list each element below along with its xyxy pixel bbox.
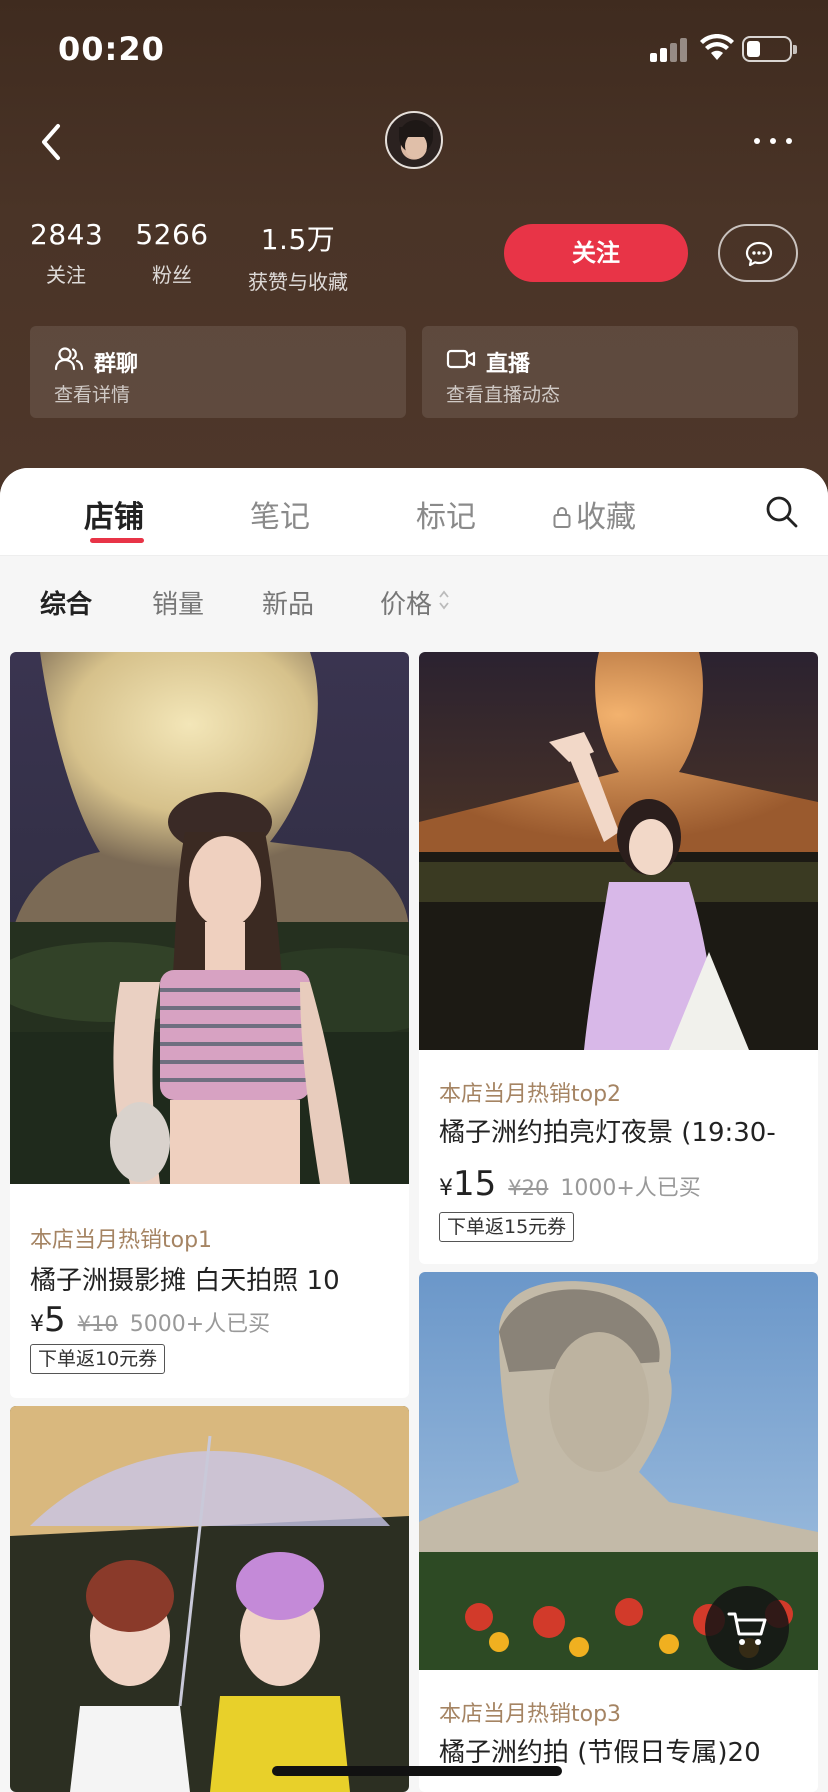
more-icon[interactable] [748, 118, 798, 164]
stat-followers[interactable]: 5266 粉丝 [134, 218, 210, 288]
product-image-1 [10, 652, 409, 1184]
tab-marks[interactable]: 标记 [416, 492, 476, 536]
cart-icon [727, 1612, 767, 1645]
stat-likes-label: 获赞与收藏 [248, 270, 348, 294]
filter-sales[interactable]: 销量 [152, 584, 204, 621]
price-value: 15 [453, 1164, 497, 1204]
cart-button[interactable] [705, 1586, 789, 1670]
sort-icon [439, 590, 449, 610]
coupon-badge-1: 下单返10元券 [30, 1344, 166, 1374]
lock-icon [553, 507, 571, 528]
message-button[interactable] [718, 224, 798, 282]
chat-icon [745, 241, 773, 267]
currency-symbol: ¥ [439, 1176, 453, 1201]
filter-all[interactable]: 综合 [40, 584, 92, 621]
tab-bar: 店铺 笔记 标记 收藏 [0, 468, 828, 556]
stat-likes-count: 1.5万 [260, 223, 336, 256]
product-image-2 [419, 652, 818, 1050]
tab-favorites[interactable]: 收藏 [552, 492, 636, 536]
filter-price[interactable]: 价格 [380, 584, 450, 621]
live-title: 直播 [486, 352, 531, 377]
product-card-4[interactable]: 本店当月热销top3 橘子洲约拍 (节假日专属)20 [419, 1272, 818, 1792]
product-card-2[interactable]: 本店当月热销top2 橘子洲约拍亮灯夜景 (19:30- ¥15 ¥20 1000+… [419, 652, 818, 1264]
signal-icon [650, 38, 690, 62]
currency-symbol: ¥ [30, 1312, 44, 1337]
status-bar: 00:20 [0, 0, 828, 100]
search-icon[interactable] [764, 494, 800, 530]
coupon-badge-2: 下单返15元券 [439, 1212, 575, 1242]
original-price: ¥10 [77, 1312, 118, 1336]
stat-followers-count: 5266 [135, 218, 209, 251]
stat-following-count: 2843 [30, 218, 104, 251]
stat-likes[interactable]: 1.5万 获赞与收藏 [238, 218, 358, 295]
stat-following[interactable]: 2843 关注 [30, 218, 104, 288]
product-price-1: ¥5 ¥10 5000+人已买 [30, 1300, 270, 1340]
status-time: 00:20 [58, 30, 165, 68]
product-tag-2: 本店当月热销top2 [439, 1082, 622, 1107]
product-tag-4: 本店当月热销top3 [439, 1702, 622, 1727]
stat-followers-label: 粉丝 [152, 263, 192, 287]
filter-price-label: 价格 [380, 590, 433, 620]
product-name-1: 橘子洲摄影摊 白天拍照 10 [30, 1266, 340, 1296]
original-price: ¥20 [508, 1176, 549, 1200]
live-subtitle: 查看直播动态 [446, 384, 561, 406]
group-chat-card[interactable]: 群聊 查看详情 [30, 326, 406, 418]
stat-following-label: 关注 [46, 263, 86, 287]
filter-new[interactable]: 新品 [262, 584, 314, 621]
group-chat-subtitle: 查看详情 [54, 384, 131, 406]
battery-icon [742, 36, 797, 62]
avatar[interactable] [385, 111, 443, 169]
tab-notes[interactable]: 笔记 [250, 492, 310, 536]
home-indicator[interactable] [272, 1766, 562, 1776]
price-value: 5 [44, 1300, 66, 1340]
back-icon[interactable] [34, 118, 74, 166]
sold-count: 5000+人已买 [129, 1312, 271, 1337]
follow-button[interactable]: 关注 [504, 224, 688, 282]
product-name-2: 橘子洲约拍亮灯夜景 (19:30- [439, 1118, 776, 1148]
product-name-4: 橘子洲约拍 (节假日专属)20 [439, 1738, 761, 1768]
live-card[interactable]: 直播 查看直播动态 [422, 326, 798, 418]
product-card-1[interactable]: 本店当月热销top1 橘子洲摄影摊 白天拍照 10 ¥5 ¥10 5000+人已买 … [10, 652, 409, 1398]
product-tag-1: 本店当月热销top1 [30, 1228, 213, 1253]
tab-store[interactable]: 店铺 [84, 492, 144, 536]
group-icon [54, 347, 84, 371]
sold-count: 1000+人已买 [560, 1176, 701, 1201]
tab-favorites-label: 收藏 [576, 500, 636, 535]
wifi-icon [700, 34, 734, 60]
group-chat-title: 群聊 [94, 352, 139, 377]
product-image-3 [10, 1406, 409, 1792]
live-icon [446, 349, 476, 369]
product-card-3[interactable] [10, 1406, 409, 1792]
product-price-2: ¥15 ¥20 1000+人已买 [439, 1164, 701, 1204]
profile-header: 00:20 2843 关注 5266 粉丝 1.5万 获赞与收藏 关注 群聊 查… [0, 0, 828, 480]
active-tab-indicator [90, 538, 144, 543]
